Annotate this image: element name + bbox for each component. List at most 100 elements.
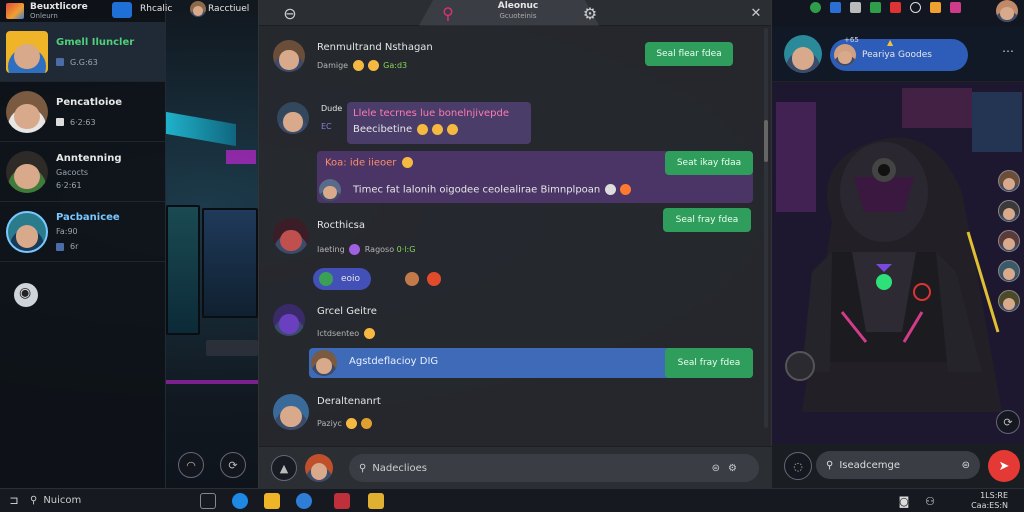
search-icon[interactable]: ⚲ <box>437 0 459 26</box>
scrollbar-track <box>764 28 768 428</box>
message-composer: ▲ ⚲ Nadeclioes ⊜⚙ <box>259 446 773 488</box>
message-meta: EC <box>321 122 332 131</box>
contact-item[interactable]: Pacbanicee Fa:90 6r <box>0 202 165 262</box>
monitor-graphic <box>202 208 258 318</box>
attach-button[interactable]: ▲ <box>271 455 297 481</box>
message-input[interactable]: ⚲ Nadeclioes ⊜⚙ <box>349 454 759 482</box>
avatar[interactable] <box>998 260 1020 282</box>
contact-item[interactable]: Anntenning Gacocts 6·2:61 <box>0 142 165 202</box>
more-icon[interactable]: ⋯ <box>1002 44 1014 58</box>
badge-icon <box>56 242 64 251</box>
message-meta: Ictdsenteo <box>317 328 377 339</box>
contact-item[interactable]: Gmell Iluncler G.G:63 <box>0 22 165 82</box>
avatar <box>834 44 856 66</box>
reaction-chip[interactable]: eoio <box>313 268 371 290</box>
contact-meta: 6·2:63 <box>70 117 96 127</box>
message-author: Renmultrand Nsthagan <box>317 42 433 53</box>
search-icon: ⚲ <box>826 459 834 471</box>
avatar[interactable] <box>273 304 305 336</box>
contact-name: Gmell Iluncler <box>56 36 135 48</box>
start-icon[interactable]: ⊐ <box>6 493 22 509</box>
emoji-button[interactable]: ◌ <box>784 452 812 480</box>
avatar[interactable] <box>273 394 309 430</box>
app-icon[interactable] <box>112 2 132 18</box>
gif-button[interactable]: ⟳ <box>220 452 246 478</box>
app-icon[interactable] <box>334 492 350 509</box>
contact-sidebar: Beuxtlicore Onleurn Gmell Iluncler G.G:6… <box>0 0 166 488</box>
avatar[interactable] <box>998 230 1020 252</box>
contact-meta: Fa:90 <box>56 227 78 236</box>
chat-subtitle: Gcuoteinis <box>499 12 537 20</box>
avatar[interactable] <box>273 40 305 72</box>
clock-date: Caa:ES:N <box>971 501 1008 510</box>
message-bubble: Llele tecrnes lue bonelnjivepde Beecibet… <box>347 102 531 144</box>
badge-icon <box>56 58 64 66</box>
browser-icon[interactable] <box>232 492 248 509</box>
message-bubble: Agstdeflacioy DIG Seal fray fdea <box>309 348 753 378</box>
avatar[interactable] <box>305 454 333 482</box>
network-icon[interactable]: ⚇ <box>922 493 938 509</box>
avatar[interactable] <box>784 35 822 73</box>
message: Renmultrand Nsthagan Damige Ga:d3 Seal f… <box>273 40 753 78</box>
send-button[interactable]: ➤ <box>988 450 1020 482</box>
contact-item[interactable]: Pencatloioe 6·2:63 <box>0 82 165 142</box>
settings-icon[interactable]: ⚙ <box>579 0 601 26</box>
participant-list <box>998 170 1020 312</box>
camera-icon[interactable]: ◙ <box>896 493 912 509</box>
avatar[interactable] <box>273 218 309 254</box>
emoji-icon <box>349 244 361 255</box>
task-view-icon[interactable] <box>200 492 216 509</box>
reply-button[interactable]: Seal flear fdea <box>645 42 733 66</box>
app-subtitle: Onleurn <box>30 11 58 20</box>
status-icon[interactable] <box>830 2 841 13</box>
close-icon[interactable]: ✕ <box>745 0 767 26</box>
contact-name: Anntenning <box>56 153 122 164</box>
emoji-picker-icon[interactable]: ⊜⚙ <box>712 463 745 474</box>
status-icon[interactable] <box>890 2 901 13</box>
mic-button[interactable]: ◠ <box>178 452 204 478</box>
message-text: Agstdeflacioy DIG <box>349 356 439 367</box>
taskbar-search[interactable]: ⚲ Nuicom <box>30 495 170 506</box>
avatar[interactable] <box>998 200 1020 222</box>
menu-icon[interactable]: ⊖ <box>277 0 303 26</box>
status-icon[interactable] <box>910 2 921 13</box>
reply-button[interactable]: Seal fray fdea <box>665 348 753 378</box>
contact-meta: 6·2:61 <box>56 181 82 190</box>
status-icon[interactable] <box>850 2 861 13</box>
neon-light <box>166 380 258 384</box>
user-label: Racctiuel <box>208 4 250 14</box>
monitor-graphic <box>166 205 200 335</box>
refresh-button[interactable]: ⟳ <box>996 410 1020 434</box>
badge-icon <box>56 118 64 126</box>
avatar <box>319 179 341 201</box>
message-meta: Iaeting Ragoso 0·l:G <box>317 244 416 255</box>
status-icon[interactable] <box>870 2 881 13</box>
taskbar-clock[interactable]: 1LS:RE Caa:ES:N <box>971 491 1008 511</box>
files-icon[interactable] <box>264 492 280 509</box>
avatar[interactable] <box>190 1 206 17</box>
emoji-icon <box>405 272 419 286</box>
message-meta: Paziyc <box>317 418 374 429</box>
emoji-icon <box>427 272 441 286</box>
reply-button[interactable]: Seat ikay fdaa <box>665 151 753 175</box>
status-icon[interactable] <box>950 2 961 13</box>
message: Deraltenanrt Paziyc <box>273 394 673 434</box>
avatar[interactable] <box>998 170 1020 192</box>
reply-button[interactable]: Seal fray fdea <box>663 208 751 232</box>
avatar[interactable] <box>998 290 1020 312</box>
emoji-icon <box>363 328 375 339</box>
user-avatar[interactable] <box>996 0 1018 22</box>
emoji-icon <box>401 157 413 168</box>
status-icon[interactable] <box>810 2 821 13</box>
status-icon[interactable] <box>930 2 941 13</box>
emoji-picker-icon[interactable]: ⊜ <box>962 460 970 471</box>
side-message-input[interactable]: ⚲ Iseadcemge ⊜ <box>816 451 980 479</box>
app-icon[interactable] <box>296 492 312 509</box>
avatar[interactable] <box>277 102 309 134</box>
character-artwork: ⟳ <box>772 82 1024 444</box>
film-reel-icon[interactable] <box>14 283 38 307</box>
message-title: Koa: ide iieoer <box>325 157 415 169</box>
app-icon[interactable] <box>368 492 384 509</box>
scrollbar-thumb[interactable] <box>764 120 768 162</box>
emoji-icon <box>346 418 358 429</box>
